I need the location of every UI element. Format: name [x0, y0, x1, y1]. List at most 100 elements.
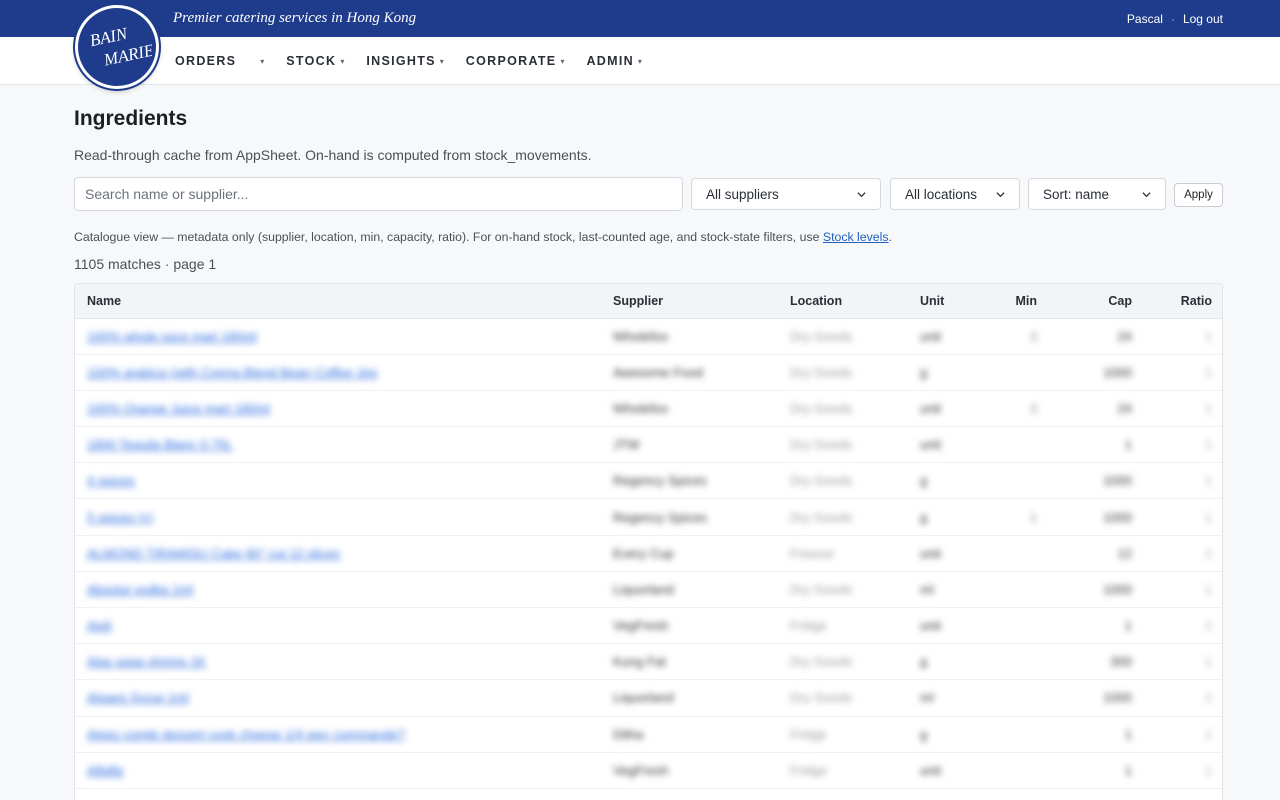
sort-select-value: Sort: name — [1043, 186, 1110, 202]
cell-cap-value: 24 — [1117, 400, 1132, 416]
ingredient-link[interactable]: 100% whole juice mart 180ml — [87, 329, 257, 344]
cell-cap-value: 1000 — [1103, 364, 1132, 380]
table-row[interactable]: ALMOND TIRAMISU Cake 90" cut 12 slices Ev… — [75, 535, 1222, 572]
chevron-down-icon: ▾ — [260, 56, 265, 66]
cell-unit: unit — [908, 608, 978, 644]
cell-supplier: Awesome Food — [601, 354, 778, 390]
supplier-select[interactable]: All suppliers — [691, 178, 881, 210]
cell-location: Dry Goods — [778, 680, 908, 716]
cell-name[interactable]: Algaes Syrup 1ml — [75, 680, 601, 716]
cell-min: 3 — [978, 318, 1049, 354]
ingredient-link[interactable]: Algaes Syrup 1ml — [87, 690, 189, 705]
cell-unit: ml — [908, 680, 978, 716]
stock-levels-link[interactable]: Stock levels — [823, 230, 889, 244]
logout-link[interactable]: Log out — [1183, 12, 1223, 26]
table-row[interactable]: 100% Orange Juice mart 180ml Wholefoo Dry … — [75, 390, 1222, 427]
ingredient-link[interactable]: Absolut vodka 1ml — [87, 582, 193, 597]
catalogue-note-end: . — [888, 230, 892, 244]
ingredient-link[interactable]: Alfalfa — [87, 763, 123, 778]
ingredient-link[interactable]: Alas saga shrimp 1K — [87, 654, 206, 669]
cell-cap: 12 — [1049, 535, 1144, 571]
ingredient-link[interactable]: 4 spices — [87, 473, 135, 488]
table-row[interactable]: 100% whole juice mart 180ml Wholefoo Dry G… — [75, 318, 1222, 355]
column-header-unit[interactable]: Unit — [908, 284, 978, 318]
cell-name[interactable]: ALMOND TIRAMISU Cake 90" cut 12 slices — [75, 535, 601, 571]
nav-corporate[interactable]: CORPORATE ▾ — [466, 54, 565, 68]
ingredient-link[interactable]: 100% arabica (with Crema Blend Bean Coff… — [87, 365, 377, 380]
cell-cap: 1 — [1049, 608, 1144, 644]
nav-insights[interactable]: INSIGHTS ▾ — [366, 54, 443, 68]
cell-name[interactable]: 100% arabica (with Crema Blend Bean Coff… — [75, 354, 601, 390]
nav-orders[interactable]: ORDERS ▾ — [175, 54, 264, 68]
table-header-row: Name Supplier Location Unit Min Cap Rati… — [75, 284, 1222, 318]
cell-unit-value: g — [920, 726, 928, 742]
table-row[interactable]: 5 spices (c) Regency Spices Dry Goods g 1 100… — [75, 499, 1222, 536]
cell-location-value: Dry Goods — [790, 509, 853, 525]
cell-cap: 1 — [1049, 752, 1144, 788]
table-row[interactable]: Absolut vodka 1ml Liquorland Dry Goods ml 10… — [75, 571, 1222, 608]
cell-name[interactable]: 100% Orange Juice mart 180ml — [75, 390, 601, 426]
cell-ratio-value: 1 — [1204, 690, 1212, 706]
column-header-location[interactable]: Location — [778, 284, 908, 318]
location-select[interactable]: All locations — [890, 178, 1020, 210]
ingredient-link[interactable]: ALMOND TIRAMISU Cake 90" cut 12 slices — [87, 546, 340, 561]
column-header-min[interactable]: Min — [978, 284, 1049, 318]
cell-supplier-value: Regency Spices — [613, 509, 707, 525]
cell-name[interactable]: Alfalfa — [75, 752, 601, 788]
cell-supplier: Liquorland — [601, 680, 778, 716]
ingredient-link[interactable]: 1800 Tequila Blanc 0.75L — [87, 437, 233, 452]
cell-name[interactable]: Absolut vodka 1ml — [75, 571, 601, 607]
cell-min — [978, 644, 1049, 680]
ingredient-link[interactable]: 100% Orange Juice mart 180ml — [87, 401, 270, 416]
table-row[interactable]: Algaes Syrup 1ml Liquorland Dry Goods ml 100… — [75, 680, 1222, 717]
cell-name[interactable]: 1800 Tequila Blanc 0.75L — [75, 427, 601, 463]
cell-supplier-value: JTW — [613, 437, 640, 453]
cell-min — [978, 571, 1049, 607]
table-row[interactable]: Aioli VegFresh Fridge unit 1 1 — [75, 608, 1222, 644]
ingredient-link[interactable]: Alpes comté dessert cook cheese 1/4 wey … — [87, 727, 405, 742]
column-header-cap[interactable]: Cap — [1049, 284, 1144, 318]
nav-admin[interactable]: ADMIN ▾ — [586, 54, 641, 68]
cell-name[interactable]: 100% whole juice mart 180ml — [75, 318, 601, 354]
table-row[interactable]: 1800 Tequila Blanc 0.75L JTW Dry Goods unit… — [75, 427, 1222, 463]
apply-button[interactable]: Apply — [1174, 183, 1223, 207]
cell-name[interactable]: Alpes comté dessert cook cheese 1/4 wey … — [75, 716, 601, 752]
cell-location: Dry Goods — [778, 571, 908, 607]
match-count: 1105 matches · page 1 — [74, 256, 217, 272]
separator: · — [1170, 12, 1175, 26]
cell-supplier-value: Awesome Food — [613, 364, 704, 380]
cell-name[interactable]: 5 spices (c) — [75, 499, 601, 535]
table-row[interactable]: Alas saga shrimp 1K Kung Fat Dry Goods g 300… — [75, 644, 1222, 680]
cell-ratio-value: 1 — [1204, 618, 1212, 634]
cell-min-value: 3 — [1029, 328, 1037, 344]
cell-ratio-value: 1 — [1204, 328, 1212, 344]
table-row[interactable]: 4 spices Regency Spices Dry Goods g 1000 1 — [75, 463, 1222, 499]
ingredient-link[interactable]: 5 spices (c) — [87, 510, 153, 525]
cell-location-value: Fridge — [790, 762, 827, 778]
cell-location: Dry Goods — [778, 354, 908, 390]
cell-cap-value: 1 — [1124, 726, 1132, 742]
nav-stock[interactable]: STOCK ▾ — [286, 54, 344, 68]
cell-supplier-value: Kung Fat — [613, 654, 666, 670]
cell-cap: 300 — [1049, 644, 1144, 680]
cell-cap-value: 1 — [1124, 437, 1132, 453]
cell-cap: 1000 — [1049, 499, 1144, 535]
table-row[interactable]: Alpes comté dessert cook cheese 1/4 wey … — [75, 716, 1222, 753]
cell-unit: g — [908, 499, 978, 535]
table-row[interactable]: Alfalfa VegFresh Fridge unit 1 1 — [75, 752, 1222, 789]
cell-supplier: JTW — [601, 427, 778, 463]
cell-name[interactable]: 4 spices — [75, 463, 601, 499]
cell-min — [978, 427, 1049, 463]
cell-name[interactable]: Alas saga shrimp 1K — [75, 644, 601, 680]
column-header-name[interactable]: Name — [75, 284, 601, 318]
ingredient-link[interactable]: Aioli — [87, 618, 112, 633]
search-input[interactable] — [74, 177, 683, 211]
cell-name[interactable]: Aioli — [75, 608, 601, 644]
user-name[interactable]: Pascal — [1127, 12, 1163, 26]
table-row[interactable]: 100% arabica (with Crema Blend Bean Coff… — [75, 354, 1222, 391]
column-header-ratio[interactable]: Ratio — [1144, 284, 1222, 318]
cell-cap: 24 — [1049, 318, 1144, 354]
sort-select[interactable]: Sort: name — [1028, 178, 1166, 210]
bain-marie-logo[interactable]: BAIN MARIE — [75, 5, 159, 89]
column-header-supplier[interactable]: Supplier — [601, 284, 778, 318]
